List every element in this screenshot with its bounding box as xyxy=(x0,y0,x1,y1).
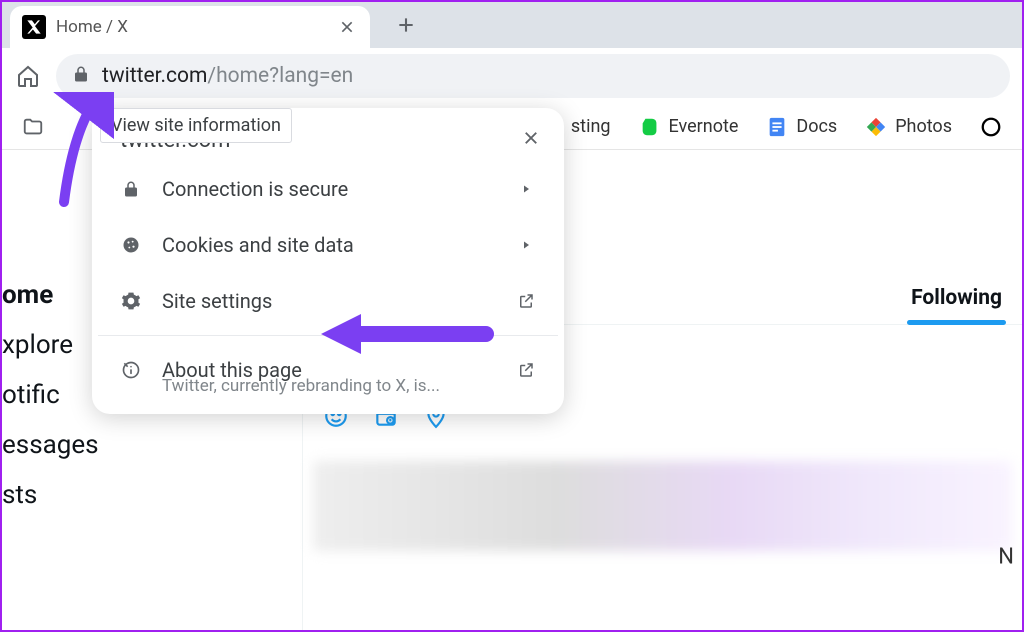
about-icon xyxy=(120,359,142,381)
docs-icon xyxy=(766,116,788,138)
circle-icon xyxy=(980,116,1002,138)
browser-tab[interactable]: Home / X xyxy=(10,6,370,48)
tab-label: Following xyxy=(911,286,1002,310)
address-bar[interactable]: twitter.com/home?lang=en xyxy=(56,54,1010,98)
site-info-popup: twitter.com Connection is secure Cookies… xyxy=(92,108,564,414)
external-link-icon xyxy=(516,360,536,380)
address-bar-row: twitter.com/home?lang=en xyxy=(2,48,1022,104)
feed-item-blurred xyxy=(313,461,1012,551)
chevron-right-icon xyxy=(516,235,536,255)
bookmark-folder[interactable] xyxy=(22,116,44,138)
close-tab-button[interactable] xyxy=(336,16,358,38)
photos-icon xyxy=(865,116,887,138)
evernote-icon xyxy=(639,116,661,138)
lock-icon xyxy=(120,178,142,200)
bookmark-label: sting xyxy=(571,116,611,137)
bookmark-label: Photos xyxy=(895,116,952,137)
chevron-right-icon xyxy=(516,179,536,199)
bookmark-testing[interactable]: sting xyxy=(571,116,611,137)
x-favicon xyxy=(22,15,46,39)
site-info-tooltip: View site information xyxy=(100,108,292,143)
popup-close-button[interactable] xyxy=(522,128,540,153)
annotation-arrow-2 xyxy=(316,304,496,364)
nav-lists[interactable]: sts xyxy=(2,470,302,520)
cookies-row[interactable]: Cookies and site data xyxy=(98,217,558,273)
nav-messages[interactable]: essages xyxy=(2,420,302,470)
bookmark-evernote[interactable]: Evernote xyxy=(639,116,739,138)
gear-icon xyxy=(120,290,142,312)
new-tab-button[interactable] xyxy=(386,5,426,45)
tab-title: Home / X xyxy=(56,17,326,37)
bookmark-extra[interactable] xyxy=(980,116,1002,138)
annotation-arrow-1 xyxy=(44,92,114,212)
row-label: Cookies and site data xyxy=(162,233,496,257)
url-text: twitter.com/home?lang=en xyxy=(102,64,353,88)
url-path: /home?lang=en xyxy=(207,64,353,88)
bookmark-photos[interactable]: Photos xyxy=(865,116,952,138)
home-button[interactable] xyxy=(14,62,42,90)
tab-underline xyxy=(907,320,1006,325)
url-host: twitter.com xyxy=(102,64,207,88)
bookmark-docs[interactable]: Docs xyxy=(766,116,837,138)
tab-strip: Home / X xyxy=(2,2,1022,48)
bookmark-label: Evernote xyxy=(669,116,739,137)
tab-following[interactable]: Following xyxy=(901,270,1012,324)
bookmark-label: Docs xyxy=(796,116,837,137)
external-link-icon xyxy=(516,291,536,311)
truncated-text: N xyxy=(998,545,1014,570)
lock-icon[interactable] xyxy=(72,65,90,87)
row-label: Connection is secure xyxy=(162,177,496,201)
connection-secure-row[interactable]: Connection is secure xyxy=(98,161,558,217)
cookie-icon xyxy=(120,234,142,256)
folder-icon xyxy=(22,116,44,138)
